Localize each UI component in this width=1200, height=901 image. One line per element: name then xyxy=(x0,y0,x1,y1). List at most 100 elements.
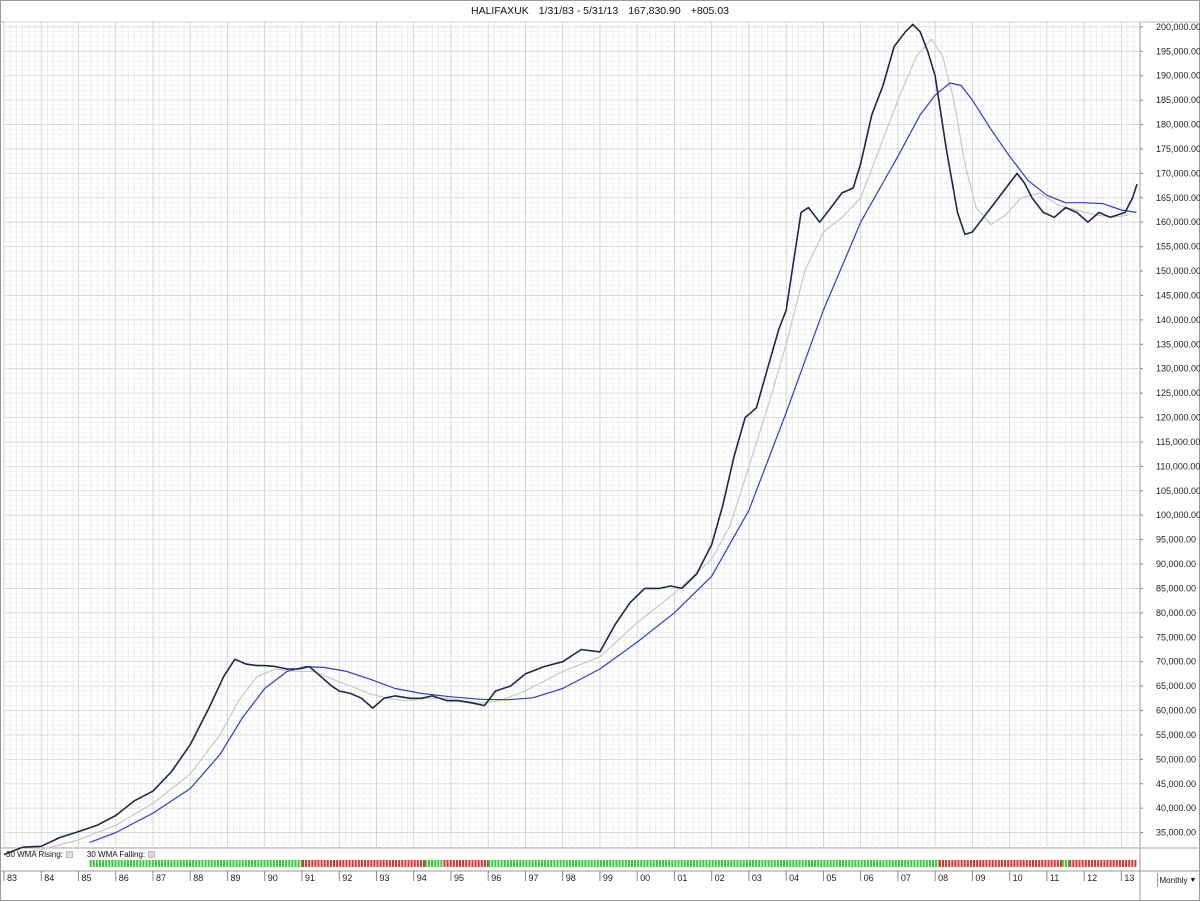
x-tick-label: 83 xyxy=(7,873,17,883)
wma-rising-tick xyxy=(269,860,272,867)
wma-rising-tick xyxy=(714,860,717,867)
wma-falling-tick xyxy=(1125,860,1128,867)
wma-rising-tick xyxy=(842,860,845,867)
wma-rising-tick xyxy=(572,860,574,867)
y-tick-label: 160,000.00 xyxy=(1156,217,1200,227)
y-tick-label: 125,000.00 xyxy=(1156,388,1200,398)
wma-rising-tick xyxy=(603,860,606,867)
y-tick-label: 195,000.00 xyxy=(1156,46,1200,56)
wma-rising-tick xyxy=(720,860,723,867)
wma-falling-tick xyxy=(1035,860,1038,867)
wma-rising-tick xyxy=(913,860,916,867)
wma-rising-tick xyxy=(161,860,164,867)
wma-falling-tick xyxy=(1094,860,1097,867)
wma-rising-tick xyxy=(562,860,565,867)
wma-rising-tick xyxy=(540,860,543,867)
y-tick-label: 60,000.00 xyxy=(1156,706,1196,716)
wma-rising-tick xyxy=(925,860,928,867)
wma-falling-tick xyxy=(1059,860,1062,867)
wma-rising-tick xyxy=(254,860,257,867)
wma-falling-tick xyxy=(314,860,317,867)
wma-rising-tick xyxy=(102,860,105,867)
period-selector[interactable]: Monthly ▼ xyxy=(1157,873,1198,887)
wma-rising-tick xyxy=(437,860,440,867)
wma-falling-tick xyxy=(452,860,455,867)
wma-rising-tick xyxy=(151,860,154,867)
price-chart[interactable]: 35,000.00 40,000.00 45,000.00 50,000.00 55,0… xyxy=(0,0,1200,901)
wma-falling-tick xyxy=(1121,860,1124,867)
y-tick-label: 120,000.00 xyxy=(1156,413,1200,423)
wma-rising-tick xyxy=(285,860,288,867)
wma-falling-tick xyxy=(367,860,370,867)
x-tick-label: 85 xyxy=(81,873,91,883)
wma-falling-tick xyxy=(994,860,997,867)
wma-rising-tick xyxy=(195,860,198,867)
x-tick-label: 88 xyxy=(193,873,203,883)
wma-falling-tick xyxy=(1115,860,1118,867)
wma-rising-tick xyxy=(814,860,817,867)
x-tick-label: 91 xyxy=(305,873,315,883)
legend-falling: 30 WMA Falling: xyxy=(87,850,156,859)
wma-rising-tick xyxy=(711,860,714,867)
wma-rising-tick xyxy=(717,860,720,867)
wma-falling-tick xyxy=(1106,860,1109,867)
wma-rising-tick xyxy=(431,860,434,867)
wma-rising-tick xyxy=(795,860,798,867)
wma-falling-tick xyxy=(1097,860,1100,867)
wma-rising-tick xyxy=(235,860,238,867)
wma-rising-tick xyxy=(494,860,497,867)
wma-falling-tick xyxy=(483,860,486,867)
wma-rising-tick xyxy=(584,860,587,867)
wma-rising-tick xyxy=(114,860,117,867)
wma-rising-tick xyxy=(866,860,869,867)
x-tick-label: 94 xyxy=(417,873,427,883)
wma-rising-tick xyxy=(185,860,188,867)
wma-rising-tick xyxy=(117,860,120,867)
wma-falling-tick xyxy=(1022,860,1025,867)
wma-rising-tick xyxy=(522,860,525,867)
wma-falling-tick xyxy=(1100,860,1103,867)
wma-rising-tick xyxy=(764,860,767,867)
wma-falling-tick xyxy=(474,860,477,867)
wma-rising-tick xyxy=(440,860,443,867)
wma-falling-tick xyxy=(1109,860,1112,867)
wma-rising-tick xyxy=(111,860,114,867)
wma-rising-tick xyxy=(817,860,820,867)
wma-falling-tick xyxy=(1010,860,1013,867)
wma-rising-tick xyxy=(897,860,900,867)
y-tick-label: 135,000.00 xyxy=(1156,339,1200,349)
wma-falling-tick xyxy=(1038,860,1041,867)
wma-rising-tick xyxy=(568,860,571,867)
wma-rising-tick xyxy=(823,860,826,867)
wma-rising-tick xyxy=(516,860,519,867)
wma-rising-tick xyxy=(652,860,655,867)
wma-rising-tick xyxy=(559,860,562,867)
y-tick-label: 185,000.00 xyxy=(1156,95,1200,105)
x-tick-label: 11 xyxy=(1050,873,1059,883)
wma-rising-tick xyxy=(120,860,123,867)
wma-falling-tick xyxy=(973,860,976,867)
wma-falling-tick xyxy=(357,860,360,867)
wma-rising-tick xyxy=(885,860,888,867)
wma-rising-tick xyxy=(752,860,755,867)
wma-falling-tick xyxy=(477,860,480,867)
wma-falling-tick xyxy=(443,860,446,867)
wma-falling-tick xyxy=(966,860,969,867)
wma-falling-tick xyxy=(1047,860,1050,867)
wma-rising-tick xyxy=(742,860,745,867)
wma-rising-tick xyxy=(696,860,699,867)
wma-rising-tick xyxy=(910,860,913,867)
wma-rising-tick xyxy=(668,860,671,867)
wma-falling-tick xyxy=(1019,860,1022,867)
wma-rising-tick xyxy=(139,860,142,867)
wma-rising-tick xyxy=(216,860,219,867)
wma-falling-tick xyxy=(1118,860,1121,867)
y-tick-label: 75,000.00 xyxy=(1156,632,1196,642)
wma-rising-tick xyxy=(95,860,98,867)
wma-rising-tick xyxy=(525,860,528,867)
wma-falling-tick xyxy=(395,860,398,867)
y-tick-label: 190,000.00 xyxy=(1156,71,1200,81)
wma-rising-tick xyxy=(848,860,851,867)
wma-falling-tick xyxy=(1050,860,1053,867)
wma-rising-tick xyxy=(241,860,244,867)
